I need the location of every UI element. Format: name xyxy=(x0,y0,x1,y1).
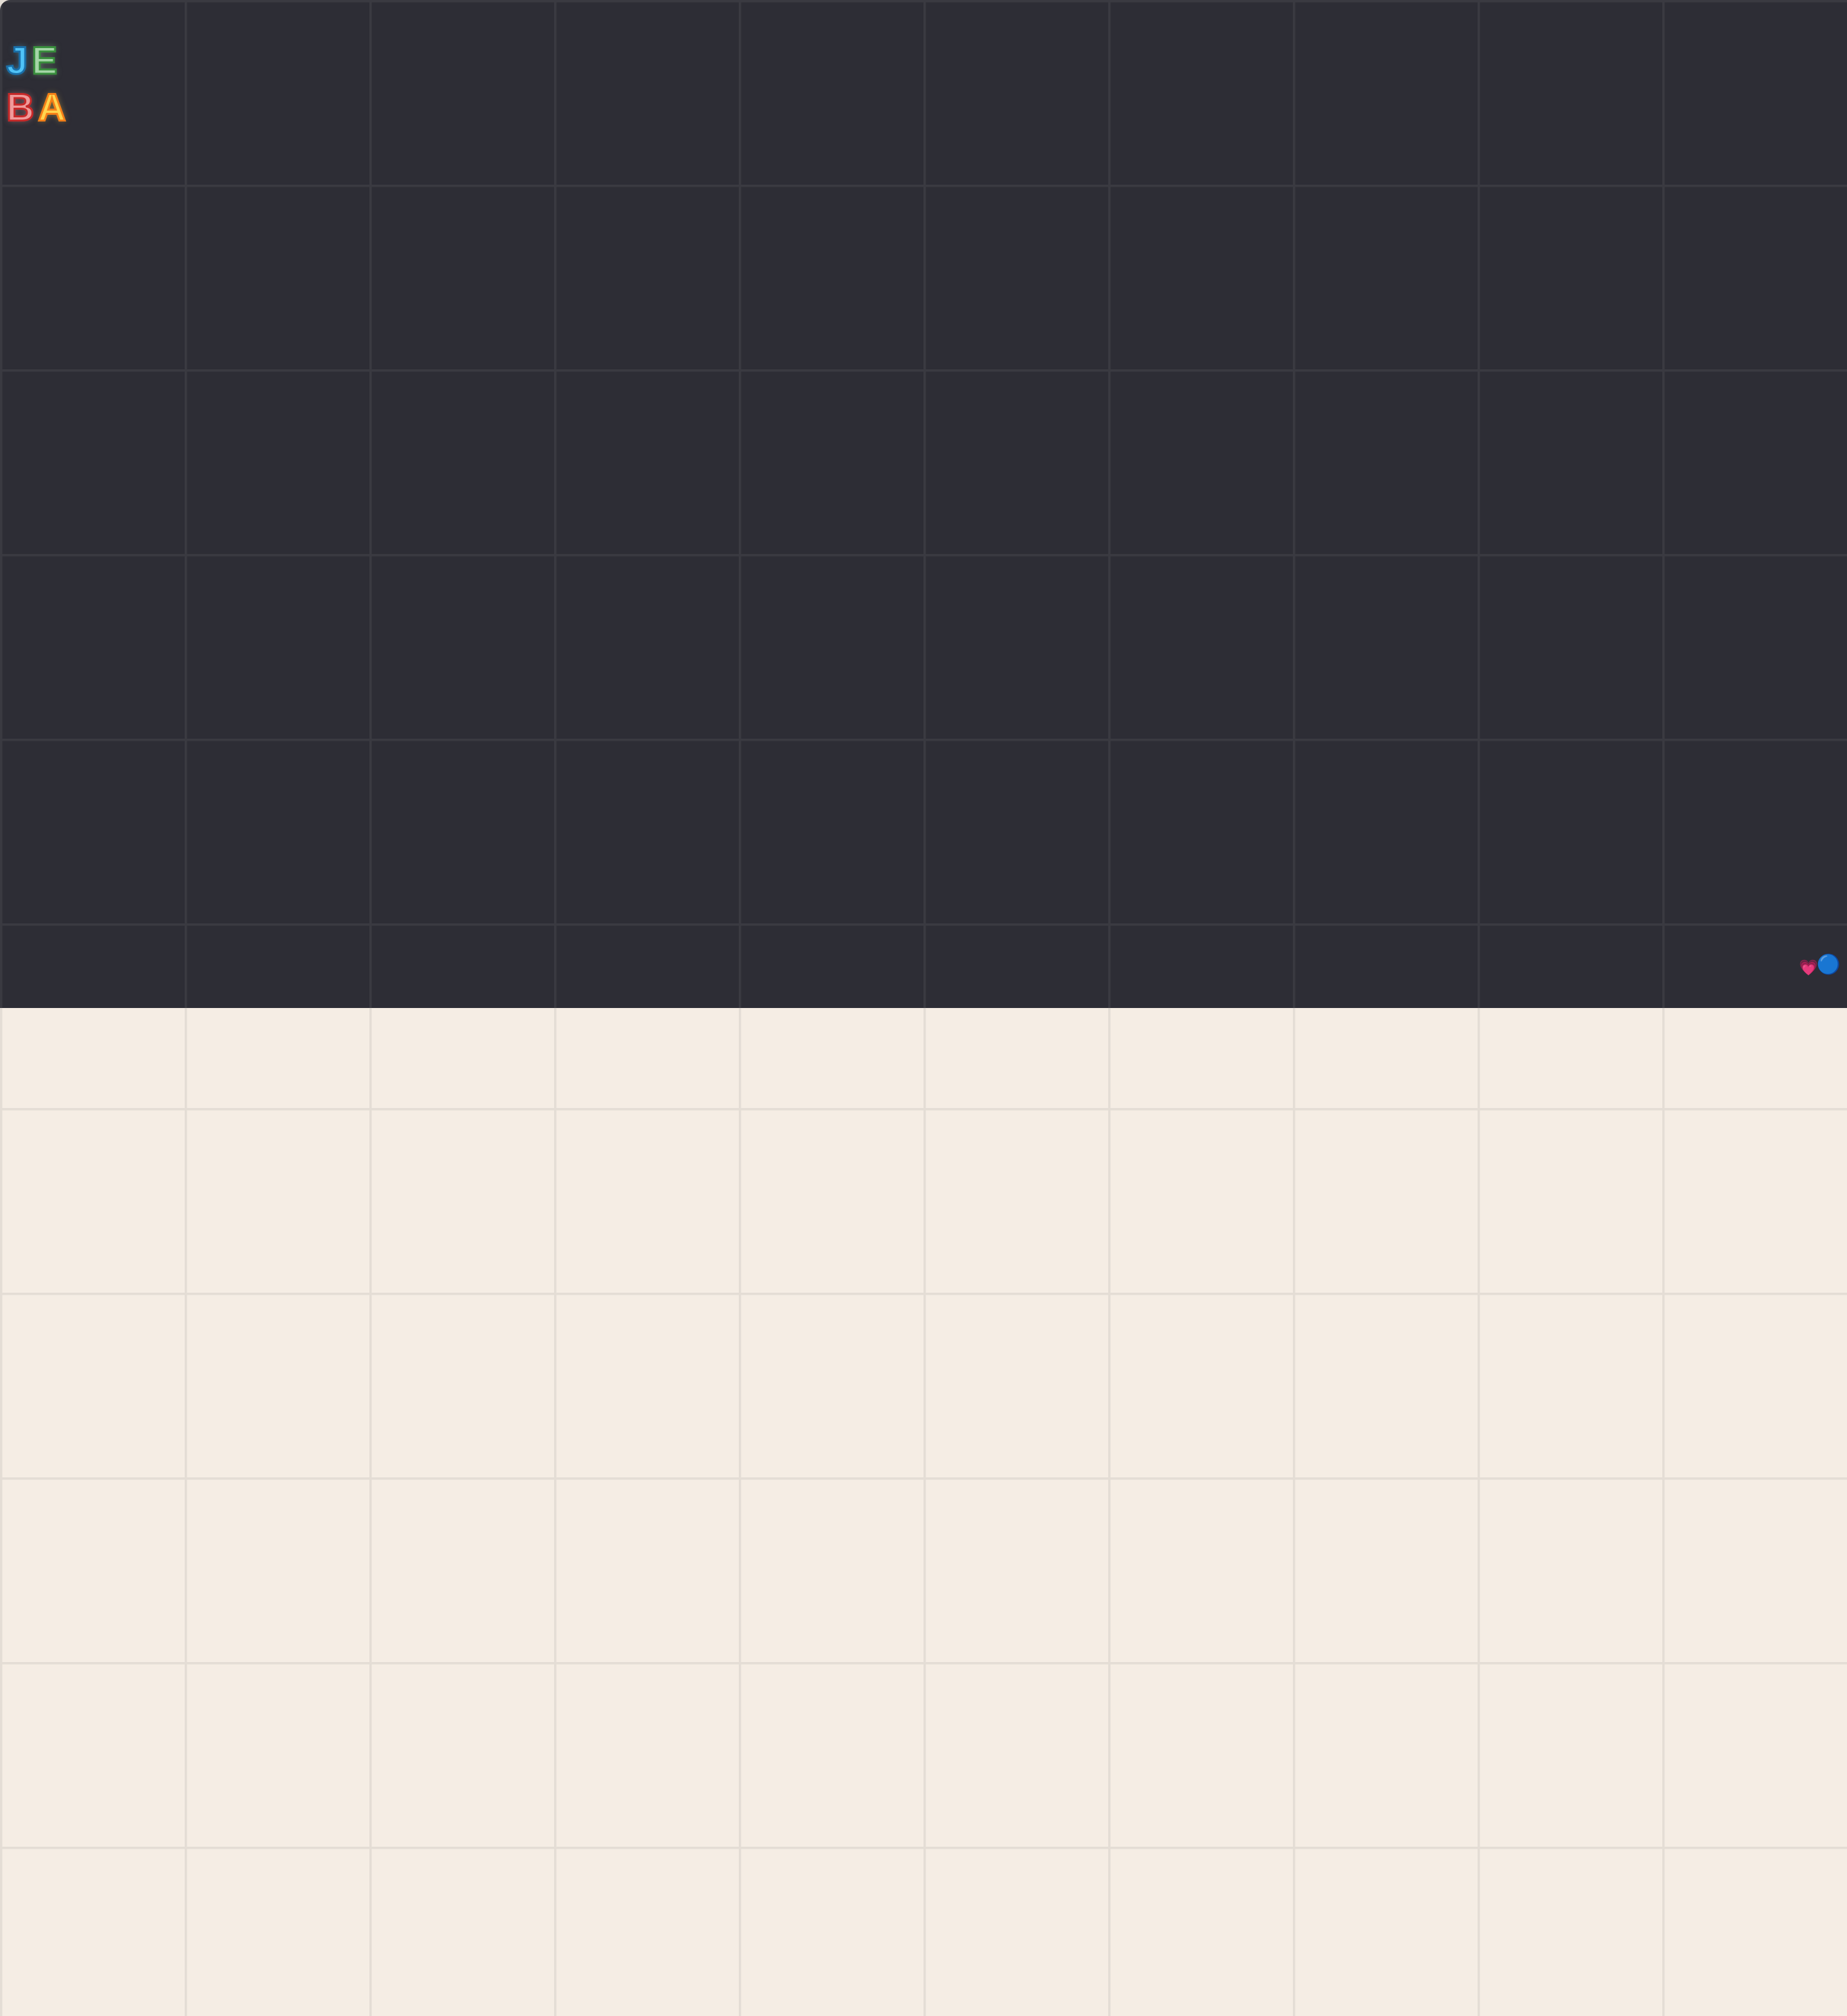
card-jellybattle-image: J E B A 🔵 💗 xyxy=(793,245,922,431)
card-jellybattle[interactable]: J E B A 🔵 💗 Jelly Battle ReactJS WebGL xyxy=(793,245,922,537)
cards-wrapper: Exeggutor 🌴 HP ATK Pokédex Entry Legend … xyxy=(0,245,1847,623)
cards-row: Exeggutor 🌴 HP ATK Pokédex Entry Legend … xyxy=(0,245,1847,585)
